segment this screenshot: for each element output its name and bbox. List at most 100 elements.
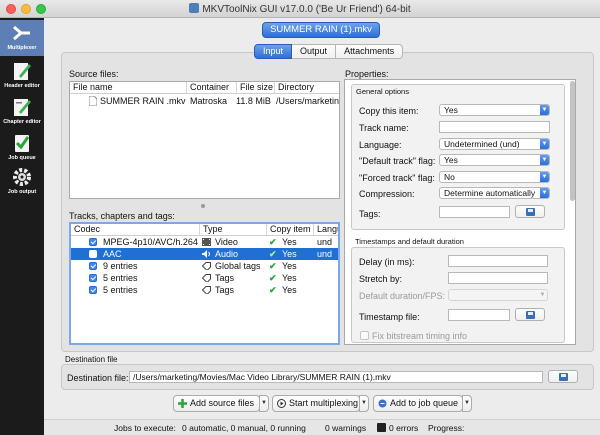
table-row[interactable]: 5 entries Tags ✔ Yes (71, 284, 338, 296)
file-size-cell: 11.8 MiB (236, 96, 271, 106)
general-options-title: General options (356, 87, 409, 96)
default-track-select[interactable]: Yes ▼ (439, 154, 550, 166)
sidebar-item-multiplexer[interactable]: Multiplexer (0, 20, 44, 56)
type-cell: Video (215, 237, 238, 247)
column-header-language[interactable]: Langu (314, 224, 338, 236)
chevron-down-icon: ▼ (540, 155, 549, 165)
track-checkbox[interactable] (89, 262, 97, 270)
compression-select[interactable]: Determine automatically ▼ (439, 187, 550, 199)
current-file-button[interactable]: SUMMER RAIN (1).mkv (262, 22, 380, 38)
copy-item-select[interactable]: Yes ▼ (439, 104, 550, 116)
sidebar-item-chapter-editor[interactable]: Chapter editor (0, 94, 44, 130)
track-checkbox[interactable] (89, 250, 97, 258)
tab-output[interactable]: Output (292, 44, 337, 59)
properties-scrollbar[interactable] (570, 81, 575, 201)
queue-icon (378, 399, 387, 408)
language-value: Undetermined (und) (444, 139, 520, 149)
destination-browse-button[interactable] (548, 370, 578, 383)
directory-cell: /Users/marketing (276, 96, 340, 106)
language-label: Language: (359, 140, 402, 150)
sidebar-item-label: Job queue (8, 155, 36, 161)
tab-bar: Input Output Attachments (254, 44, 404, 59)
column-header-codec[interactable]: Codec (71, 224, 200, 236)
type-cell: Global tags (215, 261, 261, 271)
add-source-files-button[interactable]: Add source files (173, 395, 260, 412)
sidebar-item-label: Chapter editor (3, 119, 41, 125)
copy-item-cell: Yes (282, 249, 297, 259)
forced-track-select[interactable]: No ▼ (439, 171, 550, 183)
timestamp-file-browse-button[interactable] (515, 308, 545, 321)
language-select[interactable]: Undetermined (und) ▼ (439, 138, 550, 150)
destination-field[interactable]: /Users/marketing/Movies/Mac Video Librar… (129, 371, 543, 383)
table-row[interactable]: SUMMER RAIN .mkv Matroska 11.8 MiB /User… (70, 95, 339, 107)
default-duration-select[interactable]: ▼ (448, 289, 548, 301)
window-title: MKVToolNix GUI v17.0.0 ('Be Ur Friend') … (202, 4, 411, 15)
tab-attachments[interactable]: Attachments (336, 44, 404, 59)
column-header-directory[interactable]: Directory (275, 82, 339, 94)
start-multiplexing-label: Start multiplexing (289, 398, 359, 408)
start-multiplexing-button[interactable]: Start multiplexing (272, 395, 360, 412)
save-icon (525, 310, 535, 319)
column-header-type[interactable]: Type (200, 224, 267, 236)
properties-label: Properties: (345, 69, 389, 79)
sidebar-item-label: Multiplexer (7, 45, 37, 51)
add-source-files-label: Add source files (190, 398, 255, 408)
track-name-field[interactable] (439, 121, 550, 133)
add-to-job-queue-dropdown[interactable]: ▼ (462, 395, 472, 412)
copy-item-value: Yes (444, 105, 458, 115)
track-checkbox[interactable] (89, 286, 97, 294)
checkmark-icon: ✔ (269, 273, 277, 283)
table-row[interactable]: 9 entries Global tags ✔ Yes (71, 260, 338, 272)
warnings-count: 0 warnings (325, 423, 367, 433)
column-header-copy-item[interactable]: Copy item (267, 224, 314, 236)
track-checkbox[interactable] (89, 274, 97, 282)
stretch-field[interactable] (448, 272, 548, 284)
timestamps-title: Timestamps and default duration (355, 237, 464, 246)
table-row[interactable]: AAC Audio ✔ Yes und (71, 248, 338, 260)
copy-item-label: Copy this item: (359, 106, 419, 116)
track-checkbox[interactable] (89, 238, 97, 246)
delay-label: Delay (in ms): (359, 257, 415, 267)
checkmark-icon: ✔ (269, 249, 277, 259)
timestamp-file-label: Timestamp file: (359, 312, 420, 322)
sidebar-item-header-editor[interactable]: Header editor (0, 58, 44, 94)
source-files-list[interactable]: File name Container File size Directory … (69, 81, 340, 199)
save-icon (558, 372, 568, 381)
checkmark-icon: ✔ (269, 237, 277, 247)
column-header-file-size[interactable]: File size (237, 82, 275, 94)
progress-label: Progress: (428, 423, 465, 433)
tag-icon (202, 274, 211, 282)
chevron-down-icon: ▼ (540, 188, 549, 198)
sidebar-item-job-output[interactable]: Job output (0, 164, 44, 200)
file-name-cell: SUMMER RAIN .mkv (100, 96, 186, 106)
jobs-value: 0 automatic, 0 manual, 0 running (182, 423, 306, 433)
app-icon (189, 3, 200, 13)
delay-field[interactable] (448, 255, 548, 267)
tags-field[interactable] (439, 206, 510, 218)
default-duration-label: Default duration/FPS: (359, 291, 446, 301)
splitter-handle[interactable] (201, 204, 205, 208)
add-source-files-dropdown[interactable]: ▼ (259, 395, 269, 412)
codec-cell: 9 entries (103, 261, 138, 271)
sidebar-item-job-queue[interactable]: Job queue (0, 130, 44, 166)
copy-item-cell: Yes (282, 273, 297, 283)
audio-icon (202, 250, 210, 258)
start-multiplexing-dropdown[interactable]: ▼ (359, 395, 369, 412)
fix-bitstream-label: Fix bitstream timing info (372, 331, 468, 341)
default-track-label: "Default track" flag: (359, 156, 436, 166)
table-row[interactable]: MPEG-4p10/AVC/h.264 Video ✔ Yes und (71, 236, 338, 248)
type-cell: Tags (215, 273, 235, 283)
chapter-editor-icon (14, 99, 31, 116)
timestamp-file-field[interactable] (448, 309, 510, 321)
tags-browse-button[interactable] (515, 205, 545, 218)
tab-input[interactable]: Input (254, 44, 293, 59)
language-cell: und (317, 237, 333, 247)
type-cell: Audio (215, 249, 239, 259)
table-row[interactable]: 5 entries Tags ✔ Yes (71, 272, 338, 284)
fix-bitstream-checkbox[interactable] (360, 331, 369, 340)
add-to-job-queue-button[interactable]: Add to job queue (373, 395, 463, 412)
column-header-container[interactable]: Container (187, 82, 237, 94)
tracks-list[interactable]: Codec Type Copy item Langu MPEG-4p10/AVC… (69, 222, 340, 345)
column-header-file-name[interactable]: File name (70, 82, 187, 94)
checkmark-icon: ✔ (269, 261, 277, 271)
